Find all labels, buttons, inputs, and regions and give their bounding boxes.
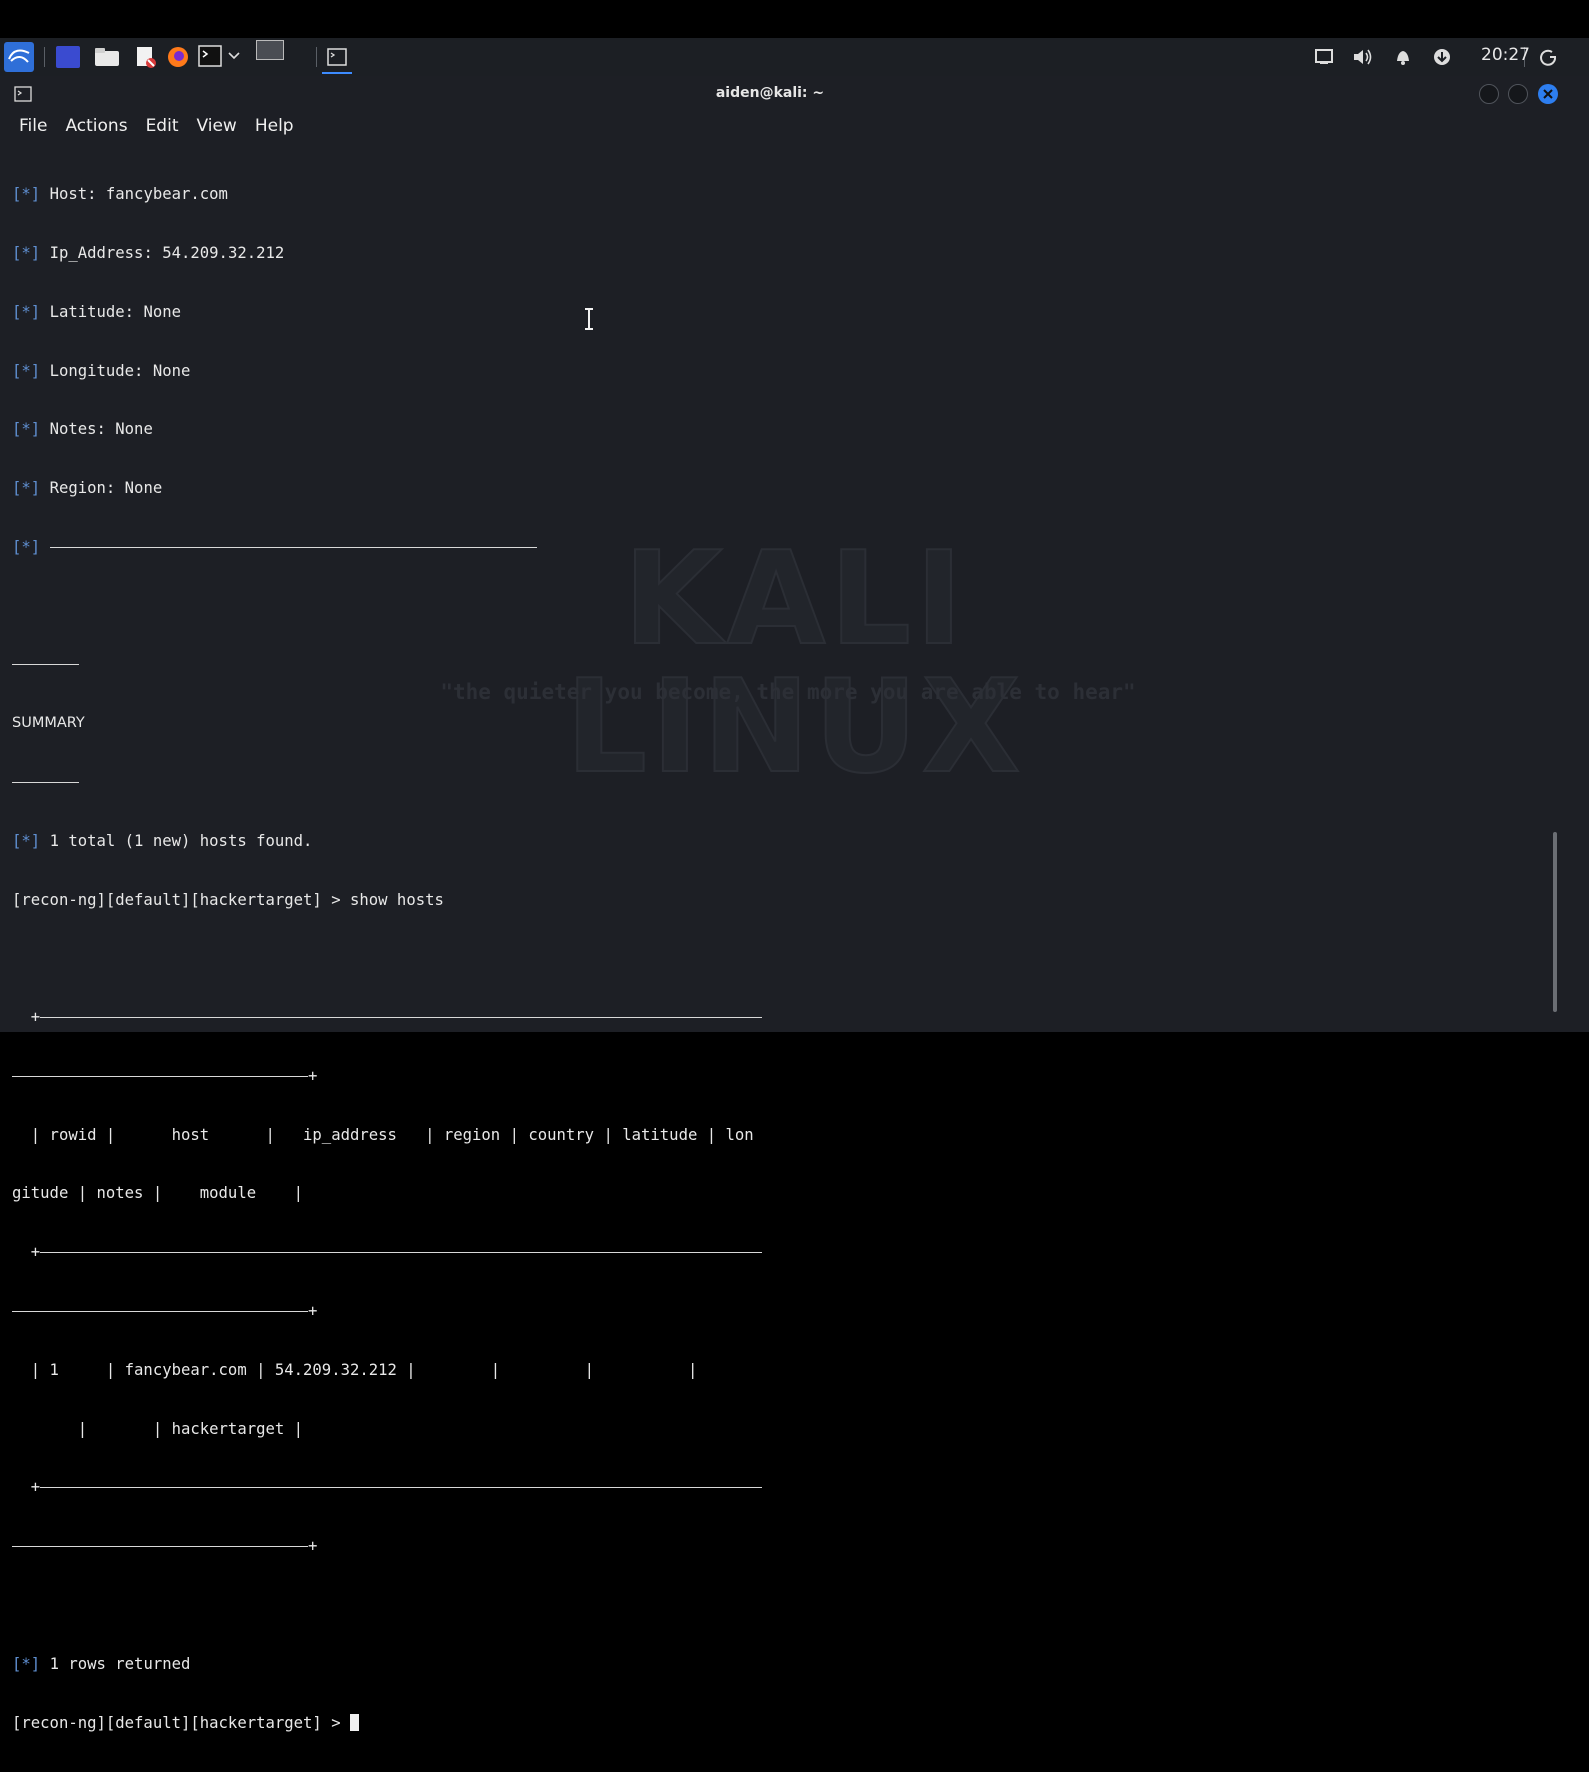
file-manager-icon[interactable] — [94, 47, 120, 67]
summary-rule-top — [12, 655, 1569, 675]
window-titlebar: aiden@kali: ~ — [0, 76, 1589, 112]
menu-edit[interactable]: Edit — [137, 112, 188, 140]
panel-clock[interactable]: 20:27 — [1481, 45, 1530, 65]
updates-icon[interactable] — [1432, 47, 1452, 67]
table-border: + — [12, 1067, 1569, 1087]
text-cursor — [349, 1713, 359, 1731]
table-border: + — [12, 1008, 1569, 1028]
prompt-line: [recon-ng][default][hackertarget] > show… — [12, 890, 444, 909]
menu-help[interactable]: Help — [246, 112, 303, 140]
table-header: gitude | notes | module | — [12, 1184, 304, 1203]
workspace-icon[interactable] — [56, 46, 80, 68]
table-row: | | hackertarget | — [12, 1419, 304, 1438]
menu-file[interactable]: File — [0, 112, 56, 140]
menu-bar: File Actions Edit View Help — [0, 112, 303, 140]
table-row: | 1 | fancybear.com | 54.209.32.212 | | … — [12, 1360, 698, 1379]
prompt-line: [recon-ng][default][hackertarget] > — [12, 1713, 1569, 1734]
close-button[interactable] — [1538, 84, 1558, 104]
power-icon[interactable] — [1538, 47, 1558, 67]
text-editor-icon[interactable] — [134, 45, 158, 69]
table-header: | rowid | host | ip_address | region | c… — [12, 1125, 754, 1144]
top-panel — [0, 38, 1589, 76]
maximize-button[interactable] — [1508, 84, 1528, 104]
bell-icon[interactable] — [1393, 47, 1413, 67]
menu-view[interactable]: View — [187, 112, 245, 140]
ibeam-cursor-icon — [585, 308, 593, 330]
window-title: aiden@kali: ~ — [715, 85, 825, 101]
terminal-output[interactable]: [*] Host: fancybear.com [*] Ip_Address: … — [12, 146, 1569, 1772]
display-icon[interactable] — [1314, 47, 1334, 67]
output-line: [*] Region: None — [12, 479, 163, 498]
table-border: + — [12, 1537, 1569, 1557]
terminal-window: KALI LINUX "the quieter you become, the … — [0, 76, 1589, 1732]
close-icon — [1543, 89, 1553, 99]
output-line: [*] Latitude: None — [12, 302, 181, 321]
output-line: [*] Longitude: None — [12, 361, 191, 380]
scrollbar[interactable] — [1553, 832, 1557, 1012]
table-border: + — [12, 1478, 1569, 1498]
output-line: [*] Notes: None — [12, 420, 153, 439]
table-border: + — [12, 1243, 1569, 1263]
table-border: + — [12, 1302, 1569, 1322]
menu-actions[interactable]: Actions — [56, 112, 136, 140]
summary-rule-bottom — [12, 773, 1569, 793]
desktop-preview-icon[interactable] — [256, 40, 284, 60]
volume-icon[interactable] — [1352, 47, 1374, 67]
output-line: [*] 1 rows returned — [12, 1654, 191, 1673]
output-line: [*] Ip_Address: 54.209.32.212 — [12, 243, 285, 262]
kali-menu-icon[interactable] — [4, 42, 34, 72]
terminal-task-icon[interactable] — [322, 42, 352, 74]
minimize-button[interactable] — [1479, 84, 1499, 104]
separator-rule — [49, 546, 537, 548]
output-line: [*] 1 total (1 new) hosts found. — [12, 831, 313, 850]
output-line: [*] — [12, 538, 1569, 558]
output-line: [*] Host: fancybear.com — [12, 185, 228, 204]
terminal-icon[interactable] — [198, 45, 222, 67]
firefox-icon[interactable] — [166, 45, 190, 69]
screen-top-edge — [0, 0, 1589, 38]
summary-label: SUMMARY — [12, 715, 85, 732]
chevron-down-icon[interactable] — [228, 50, 240, 62]
